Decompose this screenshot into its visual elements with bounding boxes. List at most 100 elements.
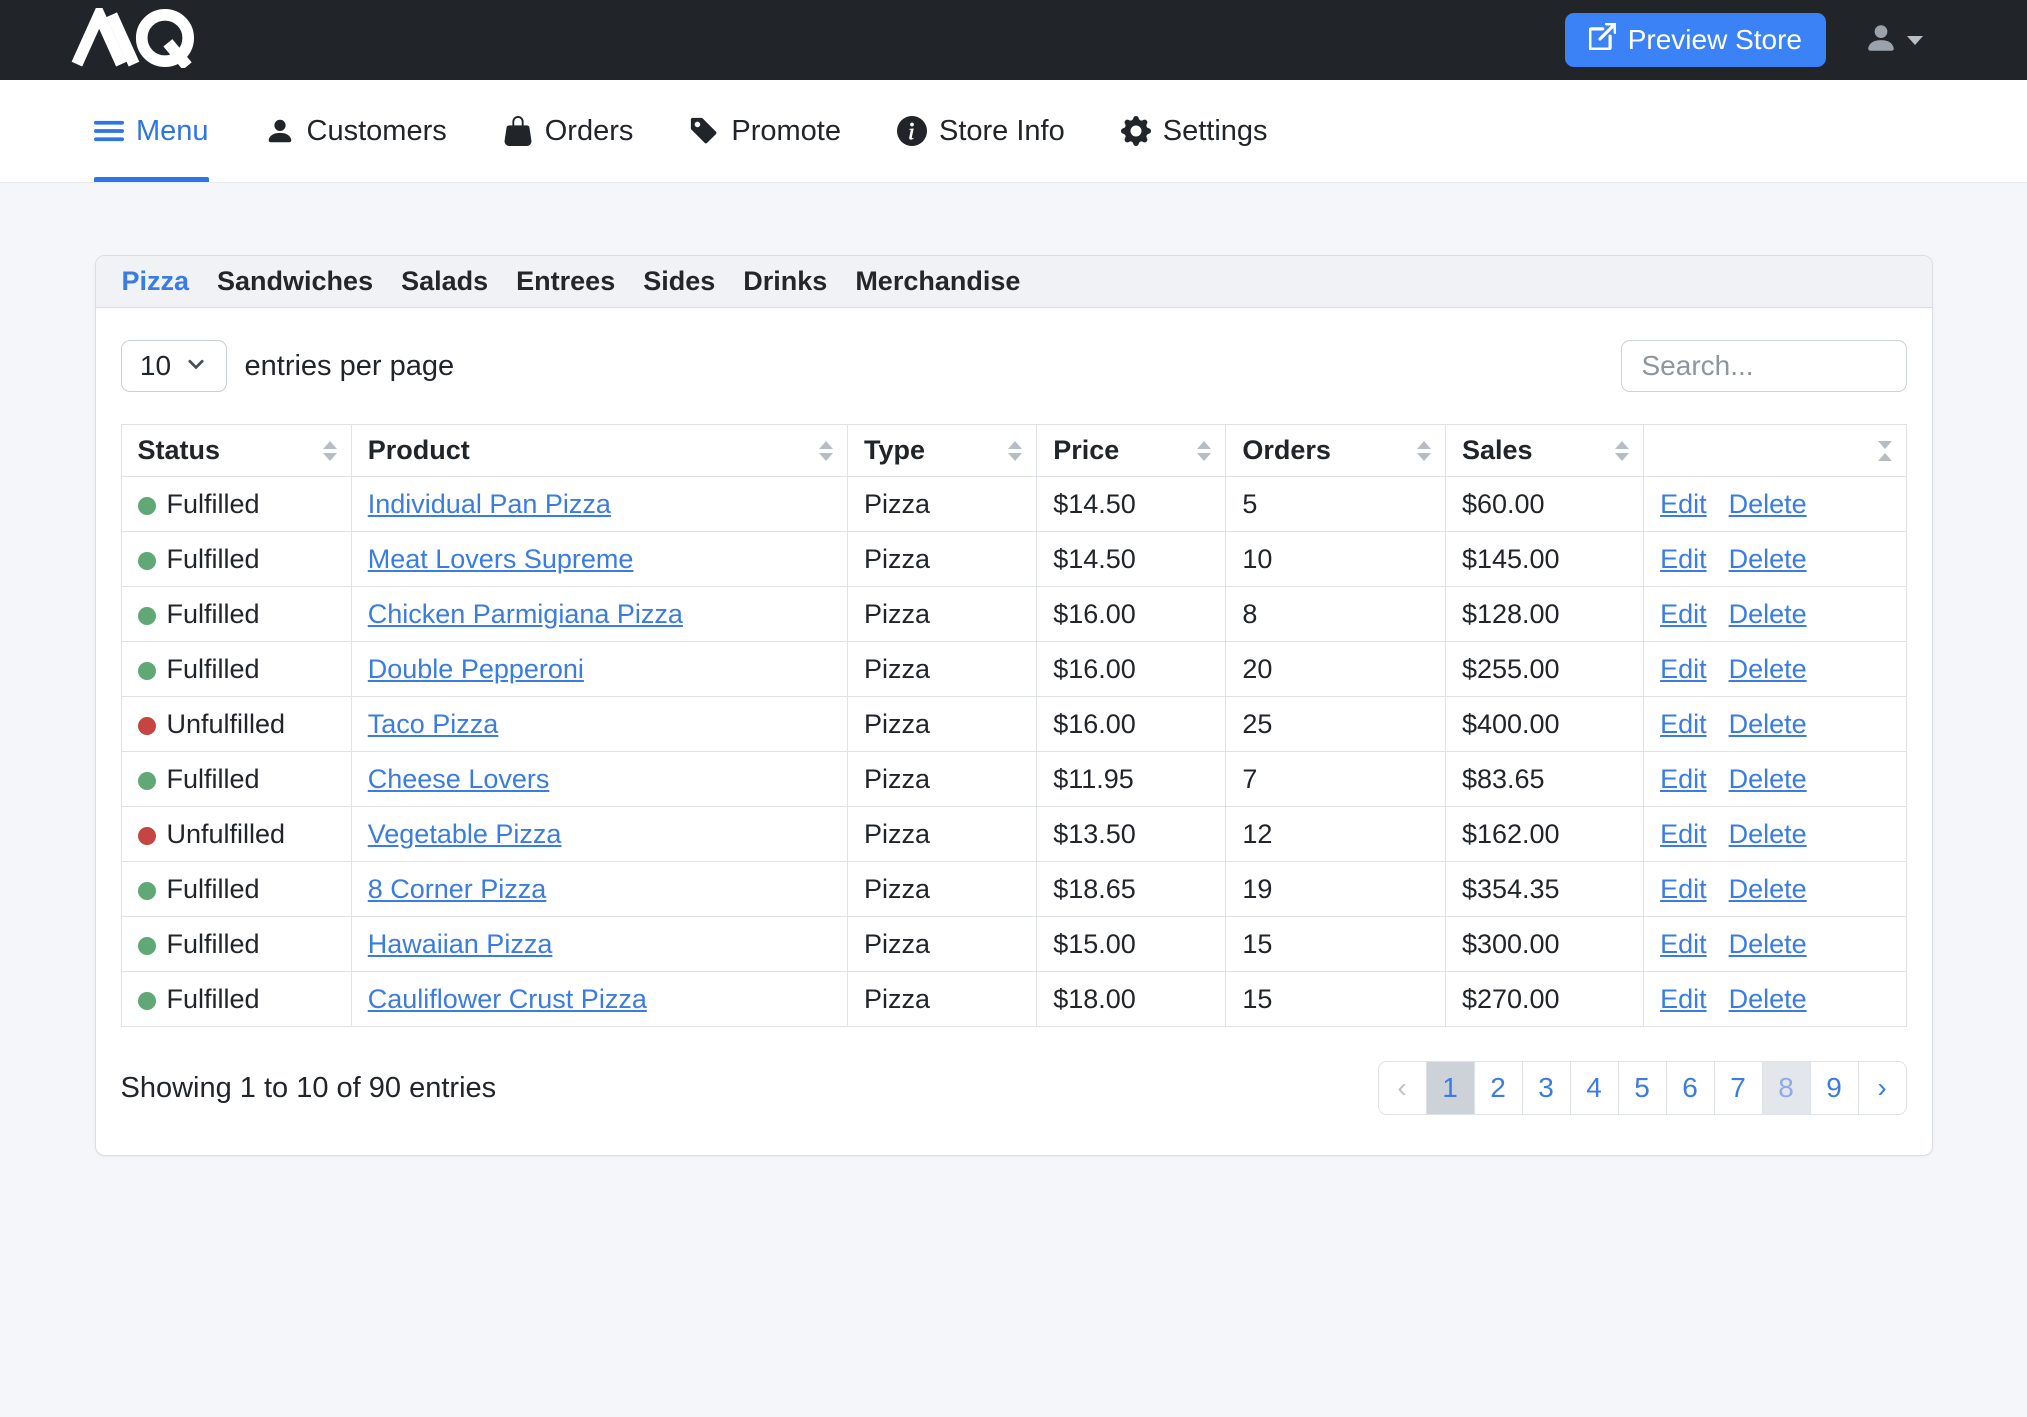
topbar-actions: Preview Store bbox=[1565, 13, 1923, 67]
nav-item-store-info[interactable]: Store Info bbox=[897, 80, 1065, 182]
pagination-page-2[interactable]: 2 bbox=[1474, 1061, 1523, 1115]
chevron-down-icon bbox=[185, 350, 207, 382]
delete-link[interactable]: Delete bbox=[1729, 874, 1807, 904]
delete-link[interactable]: Delete bbox=[1729, 599, 1807, 629]
column-label: Sales bbox=[1462, 435, 1533, 465]
status-label: Fulfilled bbox=[167, 489, 260, 519]
delete-link[interactable]: Delete bbox=[1729, 984, 1807, 1014]
product-link[interactable]: Double Pepperoni bbox=[368, 654, 584, 684]
delete-link[interactable]: Delete bbox=[1729, 544, 1807, 574]
pagination-page-3[interactable]: 3 bbox=[1522, 1061, 1571, 1115]
product-link[interactable]: Meat Lovers Supreme bbox=[368, 544, 634, 574]
product-link[interactable]: Chicken Parmigiana Pizza bbox=[368, 599, 683, 629]
edit-link[interactable]: Edit bbox=[1660, 984, 1707, 1014]
category-tabs: Pizza Sandwiches Salads Entrees Sides Dr… bbox=[96, 256, 1932, 308]
product-link[interactable]: 8 Corner Pizza bbox=[368, 874, 547, 904]
column-header-orders[interactable]: Orders bbox=[1226, 425, 1446, 477]
edit-link[interactable]: Edit bbox=[1660, 489, 1707, 519]
logo[interactable] bbox=[70, 8, 198, 73]
tab-entrees[interactable]: Entrees bbox=[516, 266, 615, 297]
pagination-next[interactable]: › bbox=[1858, 1061, 1907, 1115]
price-cell: $16.00 bbox=[1037, 587, 1226, 642]
edit-link[interactable]: Edit bbox=[1660, 544, 1707, 574]
product-link[interactable]: Hawaiian Pizza bbox=[368, 929, 553, 959]
pagination-prev[interactable]: ‹ bbox=[1378, 1061, 1427, 1115]
pagination-page-7[interactable]: 7 bbox=[1714, 1061, 1763, 1115]
orders-cell: 20 bbox=[1226, 642, 1446, 697]
column-header-type[interactable]: Type bbox=[847, 425, 1036, 477]
edit-link[interactable]: Edit bbox=[1660, 874, 1707, 904]
type-cell: Pizza bbox=[847, 807, 1036, 862]
edit-link[interactable]: Edit bbox=[1660, 764, 1707, 794]
sort-icon bbox=[1878, 441, 1892, 461]
actions-cell: Edit Delete bbox=[1644, 917, 1906, 972]
status-cell: Fulfilled bbox=[121, 587, 351, 642]
tab-pizza[interactable]: Pizza bbox=[122, 266, 190, 297]
price-cell: $16.00 bbox=[1037, 697, 1226, 752]
tab-sides[interactable]: Sides bbox=[643, 266, 715, 297]
pagination-page-8[interactable]: 8 bbox=[1762, 1061, 1811, 1115]
tab-merchandise[interactable]: Merchandise bbox=[855, 266, 1020, 297]
pagination-page-9[interactable]: 9 bbox=[1810, 1061, 1859, 1115]
sort-icon bbox=[1197, 441, 1211, 461]
pagination-page-1[interactable]: 1 bbox=[1426, 1061, 1475, 1115]
edit-link[interactable]: Edit bbox=[1660, 929, 1707, 959]
status-cell: Fulfilled bbox=[121, 862, 351, 917]
column-header-actions[interactable] bbox=[1644, 425, 1906, 477]
user-avatar-icon bbox=[1864, 21, 1898, 60]
tab-sandwiches[interactable]: Sandwiches bbox=[217, 266, 373, 297]
delete-link[interactable]: Delete bbox=[1729, 929, 1807, 959]
tab-drinks[interactable]: Drinks bbox=[743, 266, 827, 297]
search-input[interactable] bbox=[1621, 340, 1907, 392]
product-link[interactable]: Individual Pan Pizza bbox=[368, 489, 611, 519]
product-link[interactable]: Cheese Lovers bbox=[368, 764, 550, 794]
nav-item-customers[interactable]: Customers bbox=[265, 80, 447, 182]
table-row: Fulfilled Cheese Lovers Pizza $11.95 7 $… bbox=[121, 752, 1906, 807]
delete-link[interactable]: Delete bbox=[1729, 709, 1807, 739]
table-row: Fulfilled Hawaiian Pizza Pizza $15.00 15… bbox=[121, 917, 1906, 972]
nav-item-label: Promote bbox=[731, 115, 841, 148]
status-label: Fulfilled bbox=[167, 544, 260, 574]
delete-link[interactable]: Delete bbox=[1729, 489, 1807, 519]
pagination-page-4[interactable]: 4 bbox=[1570, 1061, 1619, 1115]
status-cell: Fulfilled bbox=[121, 752, 351, 807]
edit-link[interactable]: Edit bbox=[1660, 599, 1707, 629]
nav-item-label: Menu bbox=[136, 115, 209, 148]
orders-cell: 15 bbox=[1226, 917, 1446, 972]
column-header-status[interactable]: Status bbox=[121, 425, 351, 477]
user-menu[interactable] bbox=[1864, 21, 1923, 60]
gear-icon bbox=[1121, 116, 1151, 146]
product-link[interactable]: Taco Pizza bbox=[368, 709, 499, 739]
product-link[interactable]: Cauliflower Crust Pizza bbox=[368, 984, 647, 1014]
preview-store-button[interactable]: Preview Store bbox=[1565, 13, 1826, 67]
edit-link[interactable]: Edit bbox=[1660, 819, 1707, 849]
entries-per-page-select[interactable]: 10 bbox=[121, 340, 227, 392]
nav-item-promote[interactable]: Promote bbox=[689, 80, 841, 182]
pagination-page-5[interactable]: 5 bbox=[1618, 1061, 1667, 1115]
table-row: Fulfilled Double Pepperoni Pizza $16.00 … bbox=[121, 642, 1906, 697]
status-label: Unfulfilled bbox=[167, 709, 286, 739]
tab-salads[interactable]: Salads bbox=[401, 266, 488, 297]
column-label: Orders bbox=[1242, 435, 1331, 465]
column-header-sales[interactable]: Sales bbox=[1445, 425, 1643, 477]
edit-link[interactable]: Edit bbox=[1660, 654, 1707, 684]
column-header-price[interactable]: Price bbox=[1037, 425, 1226, 477]
nav-item-orders[interactable]: Orders bbox=[503, 80, 634, 182]
sales-cell: $300.00 bbox=[1445, 917, 1643, 972]
edit-link[interactable]: Edit bbox=[1660, 709, 1707, 739]
mq-logo-icon bbox=[70, 8, 198, 68]
status-label: Fulfilled bbox=[167, 929, 260, 959]
product-link[interactable]: Vegetable Pizza bbox=[368, 819, 562, 849]
nav-item-label: Customers bbox=[307, 115, 447, 148]
price-cell: $16.00 bbox=[1037, 642, 1226, 697]
actions-cell: Edit Delete bbox=[1644, 752, 1906, 807]
nav-item-menu[interactable]: Menu bbox=[94, 80, 209, 182]
status-cell: Fulfilled bbox=[121, 642, 351, 697]
column-header-product[interactable]: Product bbox=[351, 425, 847, 477]
product-cell: Hawaiian Pizza bbox=[351, 917, 847, 972]
pagination-page-6[interactable]: 6 bbox=[1666, 1061, 1715, 1115]
delete-link[interactable]: Delete bbox=[1729, 764, 1807, 794]
nav-item-settings[interactable]: Settings bbox=[1121, 80, 1268, 182]
delete-link[interactable]: Delete bbox=[1729, 819, 1807, 849]
delete-link[interactable]: Delete bbox=[1729, 654, 1807, 684]
